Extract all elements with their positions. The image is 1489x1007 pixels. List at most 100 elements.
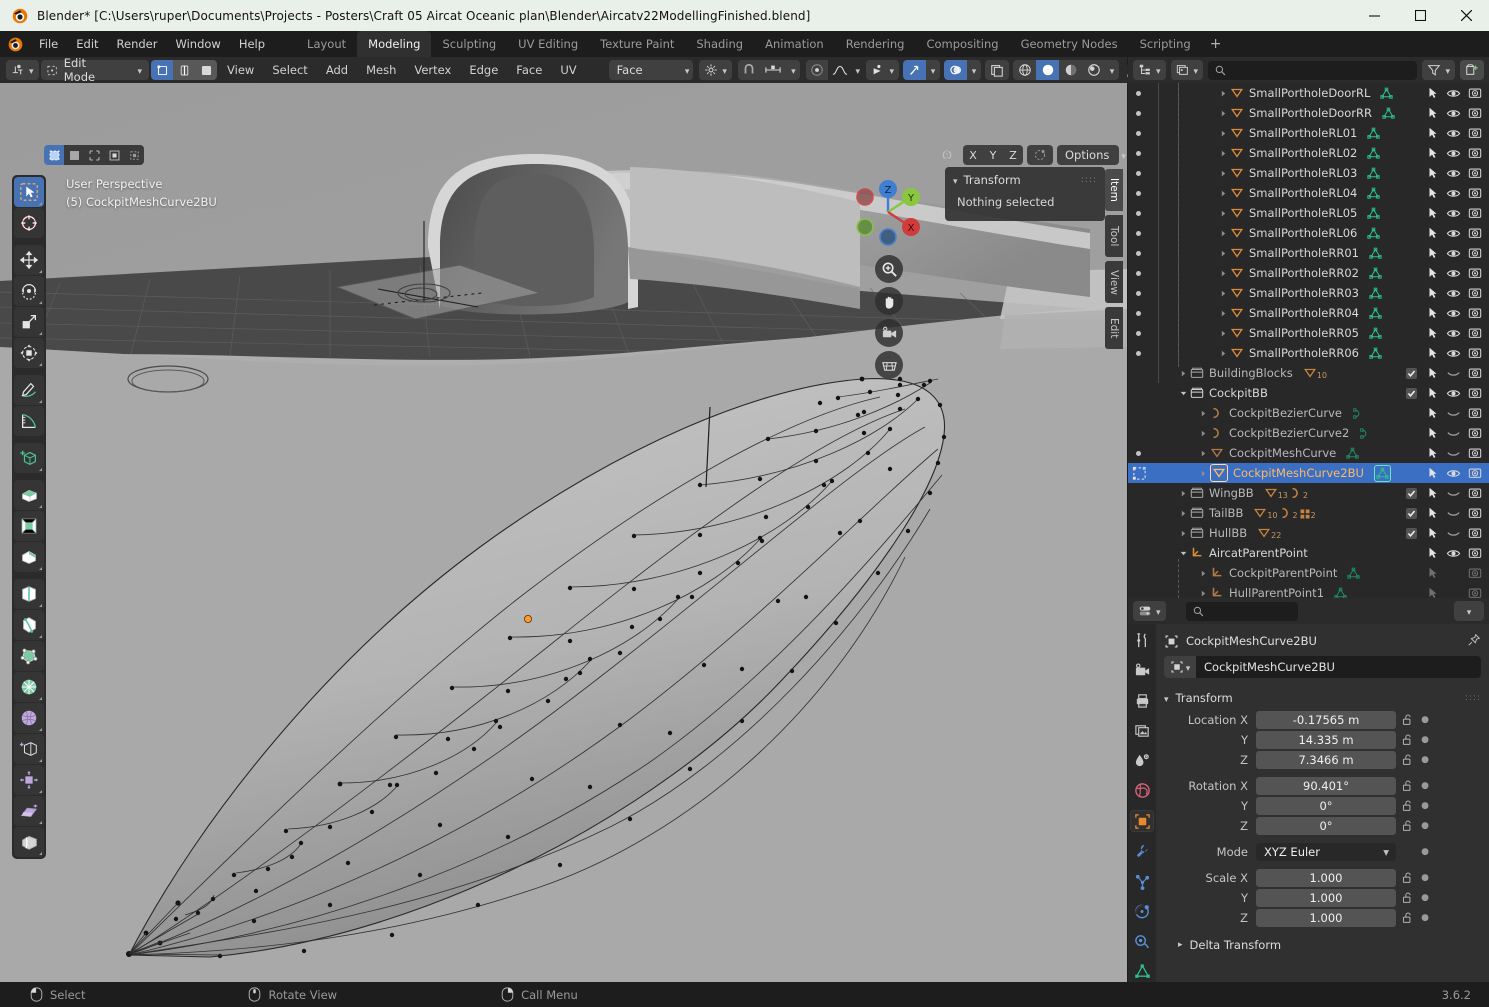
row-selectable-toggle[interactable]	[1422, 306, 1443, 320]
edge-select-mode-button[interactable]	[173, 60, 196, 80]
toggle-ortho-icon[interactable]	[875, 351, 903, 379]
property-animate-dot[interactable]: ●	[1418, 715, 1432, 725]
outliner-row[interactable]: SmallPortholeRR02	[1128, 263, 1489, 283]
outliner-search-input[interactable]	[1208, 60, 1418, 80]
workspace-tab-geometry-nodes[interactable]: Geometry Nodes	[1010, 31, 1129, 57]
row-selectable-toggle[interactable]	[1422, 426, 1443, 440]
row-name[interactable]: HullBB	[1209, 526, 1247, 540]
row-render-toggle[interactable]	[1464, 266, 1485, 280]
row-render-toggle[interactable]	[1464, 506, 1485, 520]
row-render-toggle[interactable]	[1464, 526, 1485, 540]
topology-mirror-button[interactable]	[1027, 145, 1053, 165]
row-visibility-toggle[interactable]	[1443, 406, 1464, 421]
row-expand-toggle[interactable]	[1216, 209, 1230, 218]
row-name[interactable]: SmallPortholeRL04	[1249, 186, 1357, 200]
property-lock-toggle[interactable]	[1396, 713, 1418, 726]
outliner-row[interactable]: CockpitBezierCurve	[1128, 403, 1489, 423]
row-selectable-toggle[interactable]	[1422, 86, 1443, 100]
mirror-icon[interactable]	[935, 145, 959, 165]
property-value-field[interactable]: 0°	[1256, 816, 1396, 835]
property-animate-dot[interactable]: ●	[1418, 893, 1432, 903]
row-selectable-toggle[interactable]	[1422, 266, 1443, 280]
row-visibility-toggle[interactable]	[1443, 246, 1464, 261]
outliner-row[interactable]: CockpitBB	[1128, 383, 1489, 403]
row-name[interactable]: SmallPortholeDoorRL	[1249, 86, 1370, 100]
property-lock-toggle[interactable]	[1396, 911, 1418, 924]
row-selectable-toggle[interactable]	[1422, 526, 1443, 540]
tool-add-cube[interactable]	[14, 443, 44, 473]
shading-chevron-icon[interactable]	[1105, 60, 1119, 80]
tool-annotate[interactable]	[14, 375, 44, 405]
collection-checkbox[interactable]	[1406, 527, 1417, 539]
row-selectable-toggle[interactable]	[1422, 246, 1443, 260]
properties-options-button[interactable]	[1454, 601, 1484, 621]
property-animate-dot[interactable]: ●	[1418, 781, 1432, 791]
properties-tab-physics[interactable]	[1131, 902, 1153, 922]
solid-shading-button[interactable]	[1036, 60, 1059, 80]
property-value-field[interactable]: 1.000	[1256, 908, 1396, 927]
tool-tweak[interactable]	[14, 177, 44, 207]
row-render-toggle[interactable]	[1464, 326, 1485, 340]
workspace-tab-modeling[interactable]: Modeling	[357, 31, 432, 57]
menu-mesh[interactable]: Mesh	[358, 60, 404, 80]
property-lock-toggle[interactable]	[1396, 871, 1418, 884]
property-lock-toggle[interactable]	[1396, 799, 1418, 812]
row-render-toggle[interactable]	[1464, 586, 1485, 598]
row-visibility-toggle[interactable]	[1443, 86, 1464, 101]
falloff-chevron-icon[interactable]	[851, 60, 864, 80]
row-expand-toggle[interactable]	[1216, 89, 1230, 98]
property-value-field[interactable]: -0.17565 m	[1256, 710, 1396, 729]
row-visibility-toggle[interactable]	[1443, 386, 1464, 401]
row-render-toggle[interactable]	[1464, 86, 1485, 100]
row-expand-toggle[interactable]	[1216, 129, 1230, 138]
outliner-row[interactable]: SmallPortholeRL01	[1128, 123, 1489, 143]
outliner-row[interactable]: BuildingBlocks 10	[1128, 363, 1489, 383]
row-restrict-dot[interactable]	[1136, 210, 1141, 216]
property-value-field[interactable]: 7.3466 m	[1256, 750, 1396, 769]
row-expand-toggle[interactable]	[1216, 329, 1230, 338]
row-expand-toggle[interactable]	[1176, 549, 1190, 558]
tool-shrink-fatten[interactable]	[14, 765, 44, 795]
property-value-field[interactable]: 14.335 m	[1256, 730, 1396, 749]
row-render-toggle[interactable]	[1464, 306, 1485, 320]
outliner-display-mode-button[interactable]	[1133, 60, 1166, 80]
row-render-toggle[interactable]	[1464, 566, 1485, 580]
row-selectable-toggle[interactable]	[1422, 186, 1443, 200]
select-intersect-button[interactable]	[124, 145, 144, 165]
outliner-row[interactable]: CockpitMeshCurve	[1128, 443, 1489, 463]
row-name[interactable]: SmallPortholeRR03	[1249, 286, 1359, 300]
row-visibility-toggle[interactable]	[1443, 366, 1464, 381]
row-restrict-dot[interactable]	[1136, 330, 1141, 336]
property-lock-toggle[interactable]	[1396, 779, 1418, 792]
row-expand-toggle[interactable]	[1196, 569, 1210, 578]
row-restrict-dot[interactable]	[1136, 250, 1141, 256]
collection-checkbox[interactable]	[1406, 507, 1417, 519]
row-expand-toggle[interactable]	[1216, 189, 1230, 198]
property-value-field[interactable]: 1.000	[1256, 888, 1396, 907]
property-value-field[interactable]: 1.000	[1256, 868, 1396, 887]
property-value-field[interactable]: 0°	[1256, 796, 1396, 815]
properties-tab-tool[interactable]	[1131, 630, 1153, 650]
row-name[interactable]: CockpitParentPoint	[1229, 566, 1337, 580]
row-name[interactable]: SmallPortholeDoorRR	[1249, 106, 1372, 120]
row-expand-toggle[interactable]	[1216, 309, 1230, 318]
row-visibility-toggle[interactable]	[1443, 106, 1464, 121]
row-render-toggle[interactable]	[1464, 286, 1485, 300]
tool-cursor[interactable]	[14, 208, 44, 238]
row-name[interactable]: CockpitBezierCurve2	[1229, 426, 1349, 440]
collection-checkbox[interactable]	[1406, 367, 1417, 379]
row-selectable-toggle[interactable]	[1422, 406, 1443, 420]
snap-chevron-icon[interactable]	[786, 60, 801, 80]
properties-tab-object[interactable]	[1130, 810, 1154, 833]
outliner-row[interactable]: SmallPortholeRL02	[1128, 143, 1489, 163]
row-render-toggle[interactable]	[1464, 206, 1485, 220]
row-name[interactable]: SmallPortholeRR05	[1249, 326, 1359, 340]
row-render-toggle[interactable]	[1464, 106, 1485, 120]
row-checkbox-cell[interactable]	[1401, 527, 1422, 539]
tool-rotate[interactable]	[14, 276, 44, 306]
row-selectable-toggle[interactable]	[1422, 386, 1443, 400]
row-name[interactable]: SmallPortholeRL01	[1249, 126, 1357, 140]
outliner-row[interactable]: SmallPortholeRL04	[1128, 183, 1489, 203]
show-gizmo-button[interactable]	[903, 60, 926, 80]
row-name[interactable]: SmallPortholeRL06	[1249, 226, 1357, 240]
